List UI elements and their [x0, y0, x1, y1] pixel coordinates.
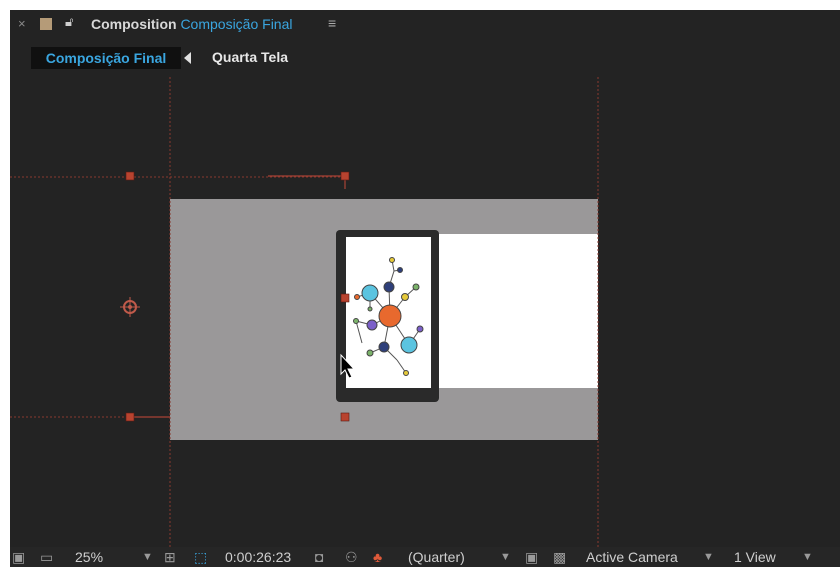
lock-icon[interactable]: 🔓︎: [65, 14, 73, 30]
zoom-dropdown-icon[interactable]: ▼: [142, 551, 153, 563]
region-of-interest-icon[interactable]: ▣: [525, 549, 538, 566]
resolution-dropdown-icon[interactable]: ▼: [500, 551, 511, 563]
handle-top-left: [125, 171, 135, 181]
view-layout-value[interactable]: 1 View: [734, 549, 776, 565]
view-layout-dropdown-icon[interactable]: ▼: [802, 551, 813, 563]
anchor-point-icon[interactable]: [120, 297, 140, 317]
composition-name[interactable]: Composição Final: [180, 16, 292, 32]
panel-menu-icon[interactable]: ≡: [328, 15, 336, 31]
handle-bottom-mid: [340, 412, 350, 422]
close-icon[interactable]: ×: [18, 16, 26, 31]
nav-back-arrow-icon[interactable]: [184, 52, 191, 64]
breadcrumb-active-comp[interactable]: Composição Final: [31, 47, 181, 69]
composition-viewer[interactable]: [10, 77, 840, 547]
handle-bottom-left: [125, 412, 135, 422]
composition-breadcrumb: Composição Final Quarta Tela: [10, 46, 840, 72]
handle-top-mid: [340, 171, 350, 181]
viewer-canvas[interactable]: [10, 77, 840, 547]
color-label-icon[interactable]: [40, 18, 52, 30]
transparency-grid-icon[interactable]: ▩: [553, 549, 566, 566]
fit-icon[interactable]: ⊞: [164, 549, 176, 566]
breadcrumb-next-comp[interactable]: Quarta Tela: [212, 49, 288, 65]
camera-dropdown-icon[interactable]: ▼: [703, 551, 714, 563]
monitor-icon[interactable]: ▭: [40, 549, 53, 566]
panel-label: Composition: [91, 16, 177, 32]
window-left-edge: [0, 0, 10, 567]
timecode[interactable]: 0:00:26:23: [225, 549, 291, 565]
snapshot-icon[interactable]: ◘: [315, 549, 323, 565]
color-channels-icon[interactable]: ♣: [373, 549, 382, 565]
panel-title: Composition Composição Final: [91, 16, 293, 32]
composition-panel: × 🔓︎ Composition Composição Final ≡ Comp…: [10, 10, 840, 567]
handle-mid: [340, 293, 350, 303]
window-top-edge: [0, 0, 840, 10]
mask-visibility-icon[interactable]: ⬚: [194, 549, 207, 566]
resolution-value[interactable]: (Quarter): [408, 549, 465, 565]
show-snapshot-icon[interactable]: ⚇: [345, 549, 358, 566]
zoom-value[interactable]: 25%: [75, 549, 103, 565]
camera-value[interactable]: Active Camera: [586, 549, 678, 565]
panel-header: × 🔓︎ Composition Composição Final ≡: [10, 10, 840, 40]
preview-icon[interactable]: ▣: [12, 549, 25, 566]
white-card-layer[interactable]: [435, 234, 598, 388]
viewer-toolbar: ▣ ▭ 25% ▼ ⊞ ⬚ 0:00:26:23 ◘ ⚇ ♣ (Quarter)…: [10, 547, 840, 567]
